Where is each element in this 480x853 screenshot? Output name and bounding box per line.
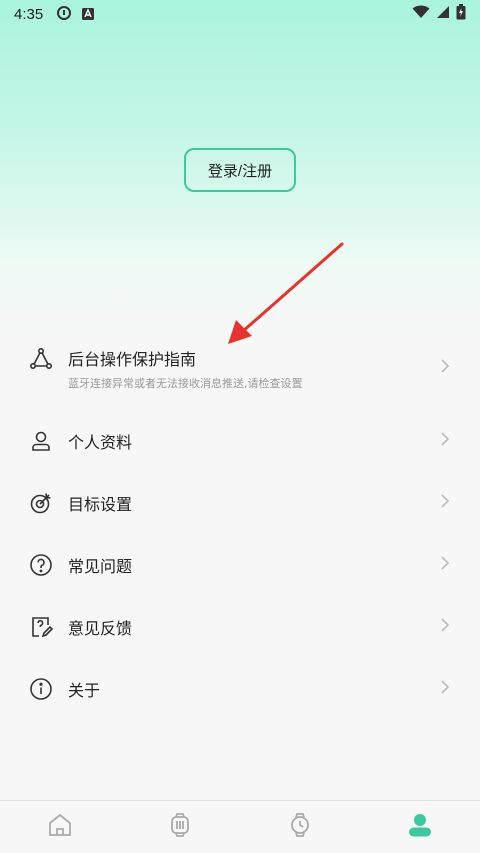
menu-list: 后台操作保护指南 蓝牙连接异常或者无法接收消息推送,请检查设置 个人资料 目标设… [0, 330, 480, 720]
watch-settings-icon [167, 812, 193, 842]
menu-item-profile[interactable]: 个人资料 [0, 410, 480, 472]
status-bar: 4:35 [0, 0, 480, 28]
menu-item-label: 意见反馈 [68, 619, 133, 638]
chevron-right-icon [440, 493, 450, 513]
feedback-edit-icon [28, 614, 54, 640]
chevron-right-icon [440, 617, 450, 637]
menu-item-about[interactable]: 关于 [0, 658, 480, 720]
person-icon [28, 428, 54, 454]
menu-item-label: 关于 [68, 681, 101, 700]
wifi-icon [412, 5, 430, 23]
signal-icon [436, 5, 450, 23]
login-register-button[interactable]: 登录/注册 [184, 148, 296, 192]
home-icon [47, 812, 73, 842]
menu-item-label: 后台操作保护指南 [68, 350, 197, 369]
question-circle-icon [28, 552, 54, 578]
menu-item-background-guide[interactable]: 后台操作保护指南 蓝牙连接异常或者无法接收消息推送,请检查设置 [0, 330, 480, 410]
tab-device-settings[interactable] [150, 801, 210, 853]
status-time: 4:35 [14, 5, 44, 23]
chevron-right-icon [440, 358, 450, 378]
menu-item-feedback[interactable]: 意见反馈 [0, 596, 480, 658]
share-nodes-icon [28, 346, 54, 372]
tab-home[interactable] [30, 801, 90, 853]
battery-icon [456, 4, 466, 24]
watch-icon [287, 812, 313, 842]
menu-item-label: 常见问题 [68, 557, 133, 576]
menu-item-label: 个人资料 [68, 433, 133, 452]
tab-device[interactable] [270, 801, 330, 853]
bottom-tab-bar [0, 800, 480, 853]
menu-item-subtitle: 蓝牙连接异常或者无法接收消息推送,请检查设置 [68, 377, 303, 390]
target-icon [28, 490, 54, 516]
accessibility-notification-icon [81, 7, 95, 21]
profile-icon [407, 812, 433, 842]
chevron-right-icon [440, 431, 450, 451]
chevron-right-icon [440, 555, 450, 575]
tab-profile[interactable] [390, 801, 450, 853]
menu-item-goal-settings[interactable]: 目标设置 [0, 472, 480, 534]
chevron-right-icon [440, 679, 450, 699]
menu-item-label: 目标设置 [68, 495, 133, 514]
notification-app-icon [55, 5, 73, 23]
menu-item-faq[interactable]: 常见问题 [0, 534, 480, 596]
info-circle-icon [28, 676, 54, 702]
